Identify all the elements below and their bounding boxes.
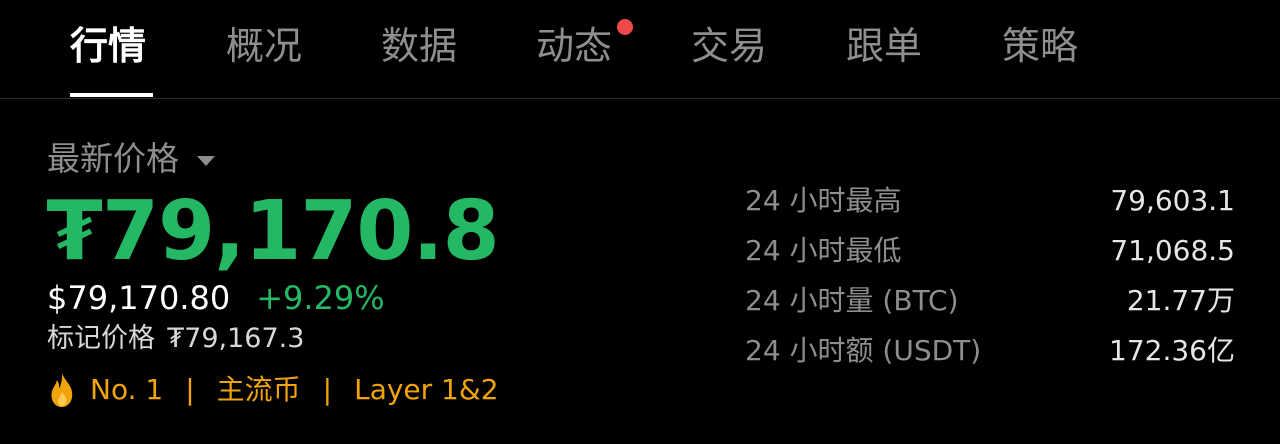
rank-tag[interactable]: No. 1 bbox=[90, 370, 163, 410]
price-change-percent: +9.29% bbox=[256, 279, 385, 317]
tag-separator: | bbox=[322, 373, 333, 406]
mark-price-label: 标记价格 bbox=[47, 323, 155, 354]
last-price: ₮79,170.8 bbox=[46, 184, 500, 279]
tab-copy-trading[interactable]: 跟单 bbox=[846, 20, 922, 72]
usd-price-row: $79,170.80 +9.29% bbox=[47, 278, 385, 318]
coin-tags: No. 1 | 主流币 | Layer 1&2 bbox=[48, 370, 499, 410]
usd-price: $79,170.80 bbox=[47, 279, 231, 317]
category-tag[interactable]: 主流币 bbox=[217, 370, 301, 410]
tab-data[interactable]: 数据 bbox=[381, 20, 457, 72]
price-type-label: 最新价格 bbox=[47, 139, 179, 178]
tag-separator: | bbox=[185, 373, 195, 406]
flame-icon bbox=[51, 373, 73, 407]
stat-label: 24 小时最高 bbox=[745, 184, 902, 217]
tab-bar: 行情 概况 数据 动态 交易 跟单 策略 bbox=[0, 0, 1280, 99]
notification-dot-icon bbox=[617, 19, 633, 35]
stat-label: 24 小时最低 bbox=[745, 234, 902, 267]
tab-activity[interactable]: 动态 bbox=[536, 20, 612, 72]
tab-strategy[interactable]: 策略 bbox=[1002, 20, 1078, 72]
stat-label: 24 小时量 (BTC) bbox=[745, 284, 959, 317]
stat-value: 172.36亿 bbox=[1109, 334, 1235, 367]
price-type-dropdown[interactable]: 最新价格 bbox=[47, 136, 215, 182]
stat-value: 71,068.5 bbox=[1110, 234, 1235, 267]
layer-tag[interactable]: Layer 1&2 bbox=[354, 370, 498, 410]
active-tab-indicator bbox=[70, 93, 153, 97]
24h-stats: 24 小时最高 79,603.1 24 小时最低 71,068.5 24 小时量… bbox=[745, 178, 1235, 378]
mark-price-value: ₮79,167.3 bbox=[167, 323, 305, 354]
stat-row-high: 24 小时最高 79,603.1 bbox=[745, 178, 1235, 228]
stat-row-low: 24 小时最低 71,068.5 bbox=[745, 228, 1235, 278]
tab-market[interactable]: 行情 bbox=[70, 20, 146, 72]
stat-label: 24 小时额 (USDT) bbox=[745, 334, 982, 367]
stat-row-volume: 24 小时量 (BTC) 21.77万 bbox=[745, 278, 1235, 328]
stat-value: 21.77万 bbox=[1126, 284, 1235, 317]
mark-price-row: 标记价格 ₮79,167.3 bbox=[47, 320, 304, 358]
tab-trade[interactable]: 交易 bbox=[691, 20, 767, 72]
stat-row-turnover: 24 小时额 (USDT) 172.36亿 bbox=[745, 328, 1235, 378]
tab-overview[interactable]: 概况 bbox=[226, 20, 302, 72]
caret-down-icon bbox=[197, 156, 215, 166]
stat-value: 79,603.1 bbox=[1110, 184, 1235, 217]
